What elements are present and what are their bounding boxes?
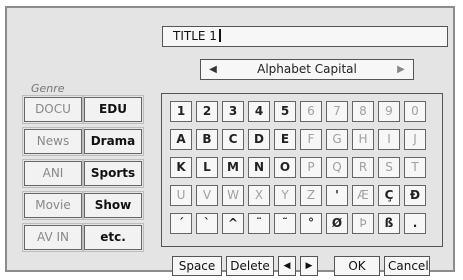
cursor-left-button[interactable]: ◀	[278, 256, 296, 276]
keyboard-key[interactable]: Q	[326, 157, 348, 178]
keyboard-key[interactable]: X	[248, 185, 270, 206]
keyboard-key[interactable]: W	[222, 185, 244, 206]
genre-button[interactable]: Sports	[82, 159, 144, 188]
mode-next-arrow-icon[interactable]: ▶	[394, 60, 408, 79]
keyboard-key[interactable]: 9	[378, 101, 400, 122]
keyboard-key[interactable]: H	[352, 129, 374, 150]
keyboard-key[interactable]: F	[300, 129, 322, 150]
genre-button[interactable]: ANI	[22, 159, 84, 188]
space-button[interactable]: Space	[172, 256, 222, 276]
keyboard-key[interactable]: B	[196, 129, 218, 150]
keyboard-key[interactable]: ´	[170, 213, 192, 234]
keyboard-key[interactable]: P	[300, 157, 322, 178]
keyboard-key[interactable]: Æ	[352, 185, 374, 206]
keyboard-key[interactable]: 0	[404, 101, 426, 122]
cursor-right-button[interactable]: ▶	[300, 256, 318, 276]
keyboard-key[interactable]: O	[274, 157, 296, 178]
keyboard-key[interactable]: Ð	[404, 185, 426, 206]
keyboard-key[interactable]: Z	[300, 185, 322, 206]
character-keyboard: 1 2 3 4 5 6 7 8 9 0 A B C D E F G H I J K L M N O P Q R S T U V W X Y Z ' Æ Ç Ð…	[161, 93, 443, 247]
genre-button[interactable]: AV IN	[22, 223, 84, 252]
action-bar: Space Delete ◀ ▶ OK Cancel	[172, 256, 430, 276]
keyboard-key[interactable]: Þ	[352, 213, 374, 234]
delete-button[interactable]: Delete	[226, 256, 274, 276]
keyboard-key[interactable]: R	[352, 157, 374, 178]
keyboard-key[interactable]: 1	[170, 101, 192, 122]
key-grid: 1 2 3 4 5 6 7 8 9 0 A B C D E F G H I J K L M N O P Q R S T U V W X Y Z ' Æ Ç Ð…	[170, 101, 426, 234]
keyboard-key[interactable]: J	[404, 129, 426, 150]
title-input-value: TITLE 1	[173, 29, 217, 43]
genre-button[interactable]: DOCU	[22, 95, 84, 124]
genre-heading: Genre	[31, 82, 65, 95]
keyboard-key[interactable]: 2	[196, 101, 218, 122]
keyboard-key[interactable]: `	[196, 213, 218, 234]
keyboard-key[interactable]: A	[170, 129, 192, 150]
character-mode-label: Alphabet Capital	[257, 62, 357, 76]
keyboard-key[interactable]: 5	[274, 101, 296, 122]
genre-button[interactable]: Movie	[22, 191, 84, 220]
keyboard-key[interactable]: G	[326, 129, 348, 150]
keyboard-key[interactable]: Ø	[326, 213, 348, 234]
keyboard-key[interactable]: 7	[326, 101, 348, 122]
genre-button[interactable]: EDU	[82, 95, 144, 124]
keyboard-key[interactable]: I	[378, 129, 400, 150]
keyboard-key[interactable]: Y	[274, 185, 296, 206]
keyboard-key[interactable]: T	[404, 157, 426, 178]
keyboard-key[interactable]: ˜	[274, 213, 296, 234]
keyboard-key[interactable]: C	[222, 129, 244, 150]
ok-button[interactable]: OK	[334, 256, 380, 276]
keyboard-key[interactable]: 4	[248, 101, 270, 122]
genre-button[interactable]: News	[22, 127, 84, 156]
cancel-button[interactable]: Cancel	[384, 256, 430, 276]
keyboard-key[interactable]: U	[170, 185, 192, 206]
keyboard-key[interactable]: 3	[222, 101, 244, 122]
keyboard-key[interactable]: M	[222, 157, 244, 178]
keyboard-key[interactable]: .	[404, 213, 426, 234]
text-cursor	[218, 29, 221, 42]
genre-button[interactable]: Show	[82, 191, 144, 220]
keyboard-key[interactable]: ^	[222, 213, 244, 234]
genre-button[interactable]: etc.	[82, 223, 144, 252]
keyboard-key[interactable]: N	[248, 157, 270, 178]
keyboard-key[interactable]: L	[196, 157, 218, 178]
keyboard-key[interactable]: D	[248, 129, 270, 150]
keyboard-key[interactable]: Ç	[378, 185, 400, 206]
keyboard-key[interactable]: ß	[378, 213, 400, 234]
title-input[interactable]: TITLE 1	[162, 26, 448, 47]
genre-button-grid: DOCU EDU News Drama ANI Sports Movie Show AV IN e…	[22, 95, 144, 252]
keyboard-key[interactable]: °	[300, 213, 322, 234]
character-mode-selector[interactable]: ◀ Alphabet Capital ▶	[200, 59, 414, 80]
keyboard-key[interactable]: S	[378, 157, 400, 178]
keyboard-key[interactable]: 8	[352, 101, 374, 122]
keyboard-key[interactable]: V	[196, 185, 218, 206]
keyboard-key[interactable]: 6	[300, 101, 322, 122]
keyboard-key[interactable]: '	[326, 185, 348, 206]
genre-button[interactable]: Drama	[82, 127, 144, 156]
keyboard-key[interactable]: E	[274, 129, 296, 150]
keyboard-key[interactable]: K	[170, 157, 192, 178]
keyboard-key[interactable]: ¨	[248, 213, 270, 234]
